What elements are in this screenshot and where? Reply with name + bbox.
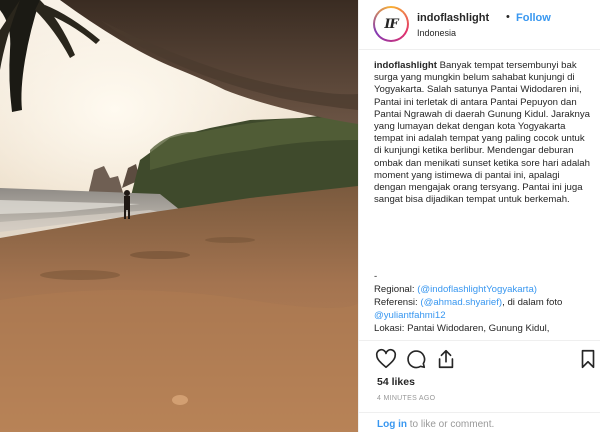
avatar[interactable]: IF <box>373 6 409 42</box>
post-side-panel: IF indoflashlight • Follow Indonesia ind… <box>358 0 600 432</box>
login-footer: Log in to like or comment. <box>359 412 600 432</box>
location-link[interactable]: Indonesia <box>417 28 456 38</box>
caption-line: - <box>374 271 378 282</box>
bookmark-icon[interactable] <box>577 348 599 370</box>
caption-line: @yuliantfahmi12 <box>374 309 596 322</box>
heart-icon[interactable] <box>375 348 397 370</box>
comment-icon[interactable] <box>405 348 427 370</box>
post-photo[interactable] <box>0 0 358 432</box>
action-bar <box>359 340 600 374</box>
username-link[interactable]: indoflashlight <box>417 12 489 24</box>
caption: indoflashlight Banyak tempat tersembunyi… <box>374 60 592 206</box>
post-header: IF indoflashlight • Follow Indonesia <box>359 0 600 50</box>
mention-link[interactable]: (@ahmad.shyarief) <box>420 297 502 308</box>
post-timestamp[interactable]: 4 MINUTES AGO <box>377 395 435 402</box>
share-icon[interactable] <box>435 348 457 370</box>
mention-link[interactable]: (@indoflashlightYogyakarta) <box>417 284 537 295</box>
caption-line: Referensi: (@ahmad.shyarief), di dalam f… <box>374 297 563 308</box>
separator-dot: • <box>506 11 510 23</box>
avatar-initials: IF <box>375 8 407 40</box>
login-rest: to like or comment. <box>407 419 495 430</box>
caption-line: Regional: (@indoflashlightYogyakarta) <box>374 284 537 295</box>
login-prompt: Log in to like or comment. <box>377 419 494 430</box>
mention-link[interactable]: @yuliantfahmi12 <box>374 310 446 321</box>
caption-line: Lokasi: Pantai Widodaren, Gunung Kidul, <box>374 323 550 334</box>
caption-tail: - Regional: (@indoflashlightYogyakarta) … <box>374 270 596 335</box>
follow-button[interactable]: Follow <box>516 12 551 24</box>
caption-text: Banyak tempat tersembunyi bak surga yang… <box>374 60 590 206</box>
likes-count[interactable]: 54 likes <box>377 376 415 388</box>
caption-username[interactable]: indoflashlight <box>374 60 437 71</box>
login-link[interactable]: Log in <box>377 419 407 430</box>
